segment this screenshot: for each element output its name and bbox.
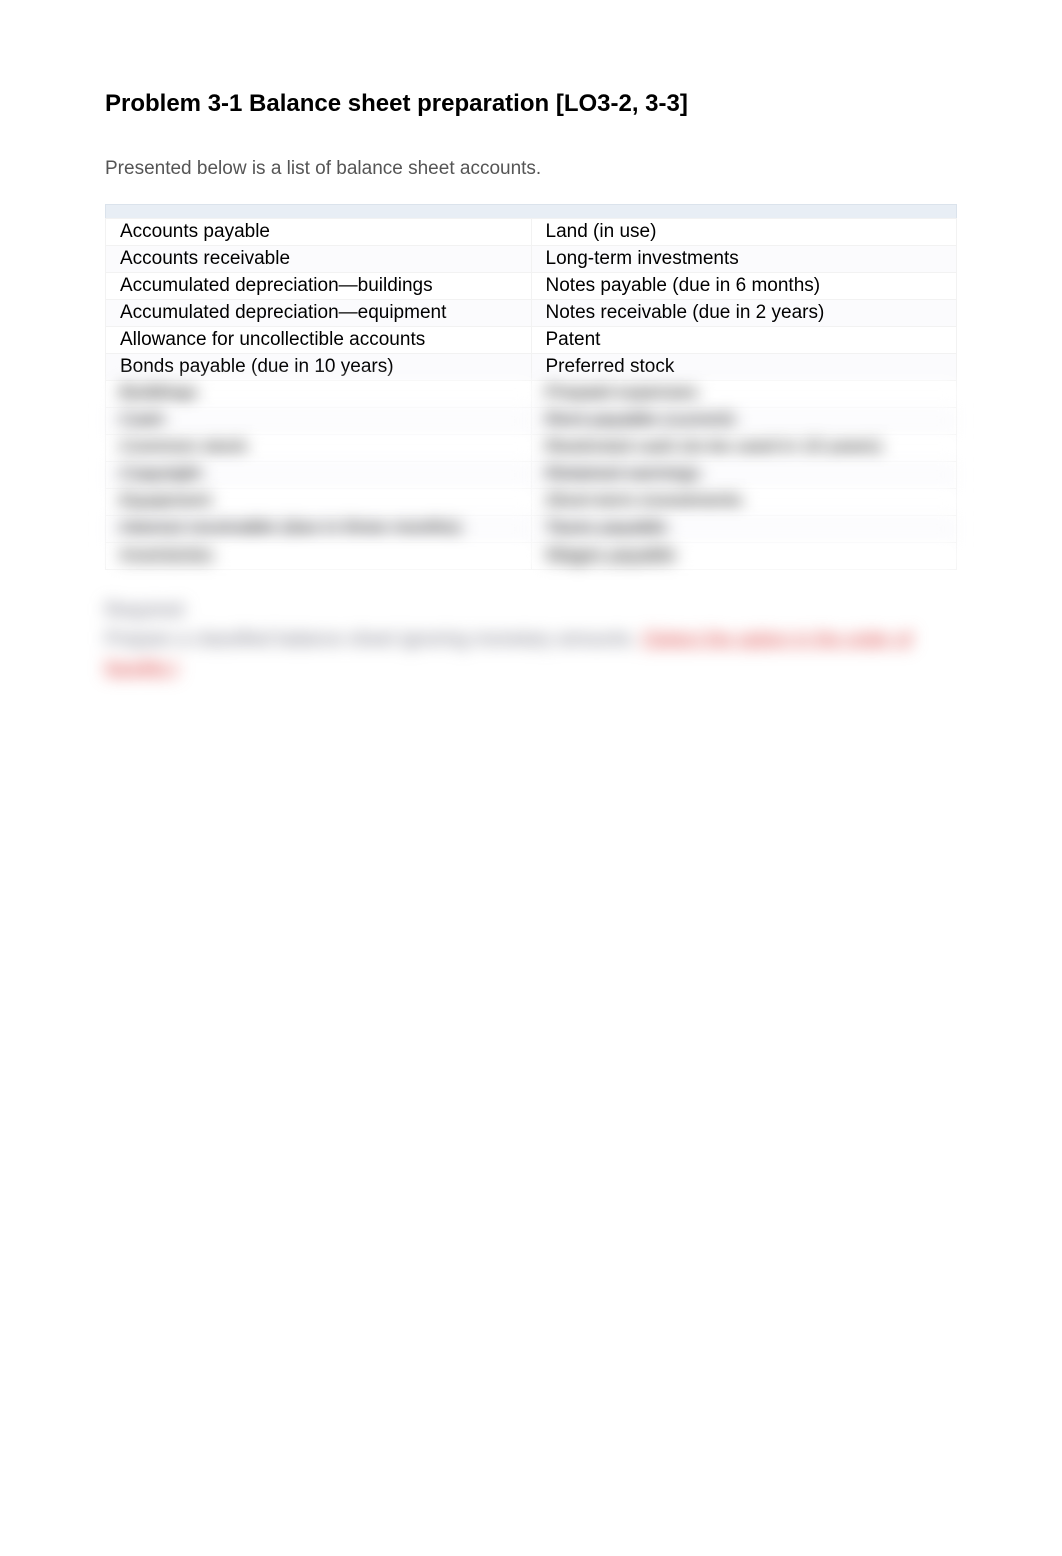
account-cell-right-blurred: Taxes payable — [531, 516, 957, 543]
account-row-blurred: Interest receivable (due in three months… — [106, 516, 957, 543]
account-cell-left: Bonds payable (due in 10 years) — [106, 354, 532, 381]
required-section: Required: Prepare a classified balance s… — [105, 600, 957, 683]
account-cell-left: Allowance for uncollectible accounts — [106, 327, 532, 354]
account-cell-left-blurred: Interest receivable (due in three months… — [106, 516, 532, 543]
account-row-blurred: InventoriesWages payable — [106, 543, 957, 570]
account-cell-right-blurred: Retained earnings — [531, 462, 957, 489]
account-cell-left-blurred: Inventories — [106, 543, 532, 570]
required-label: Required: — [105, 600, 957, 622]
account-cell-right-blurred: Wages payable — [531, 543, 957, 570]
problem-title: Problem 3-1 Balance sheet preparation [L… — [105, 90, 957, 118]
account-cell-right: Patent — [531, 327, 957, 354]
account-cell-left-blurred: Common stock — [106, 435, 532, 462]
account-row: Allowance for uncollectible accountsPate… — [106, 327, 957, 354]
account-row: Accounts payableLand (in use) — [106, 219, 957, 246]
account-row-blurred: Common stockRestricted cash (to be used … — [106, 435, 957, 462]
account-cell-left: Accumulated depreciation—buildings — [106, 273, 532, 300]
required-instruction: Prepare a classified balance sheet ignor… — [105, 626, 957, 683]
account-cell-right: Notes receivable (due in 2 years) — [531, 300, 957, 327]
account-cell-left-blurred: Cash — [106, 408, 532, 435]
account-cell-right-blurred: Rent payable (current) — [531, 408, 957, 435]
account-row-blurred: CashRent payable (current) — [106, 408, 957, 435]
account-cell-left: Accumulated depreciation—equipment — [106, 300, 532, 327]
account-row-blurred: BuildingsPrepaid expenses — [106, 381, 957, 408]
account-cell-right: Notes payable (due in 6 months) — [531, 273, 957, 300]
account-cell-left-blurred: Buildings — [106, 381, 532, 408]
account-cell-left: Accounts payable — [106, 219, 532, 246]
account-row: Accounts receivableLong-term investments — [106, 246, 957, 273]
account-cell-left-blurred: Copyright — [106, 462, 532, 489]
account-row-blurred: CopyrightRetained earnings — [106, 462, 957, 489]
account-cell-right: Preferred stock — [531, 354, 957, 381]
account-row: Accumulated depreciation—buildingsNotes … — [106, 273, 957, 300]
accounts-table-wrapper: Accounts payableLand (in use)Accounts re… — [105, 204, 957, 570]
account-row: Bonds payable (due in 10 years)Preferred… — [106, 354, 957, 381]
table-header-bar — [105, 204, 957, 218]
account-row-blurred: EquipmentShort-term investments — [106, 489, 957, 516]
account-row: Accumulated depreciation—equipmentNotes … — [106, 300, 957, 327]
account-cell-right: Long-term investments — [531, 246, 957, 273]
account-cell-right-blurred: Restricted cash (to be used in 10 years) — [531, 435, 957, 462]
account-cell-left-blurred: Equipment — [106, 489, 532, 516]
account-cell-right-blurred: Short-term investments — [531, 489, 957, 516]
accounts-table: Accounts payableLand (in use)Accounts re… — [105, 218, 957, 570]
intro-text: Presented below is a list of balance she… — [105, 158, 957, 180]
required-text-before: Prepare a classified balance sheet ignor… — [105, 629, 636, 650]
account-cell-right: Land (in use) — [531, 219, 957, 246]
account-cell-right-blurred: Prepaid expenses — [531, 381, 957, 408]
account-cell-left: Accounts receivable — [106, 246, 532, 273]
